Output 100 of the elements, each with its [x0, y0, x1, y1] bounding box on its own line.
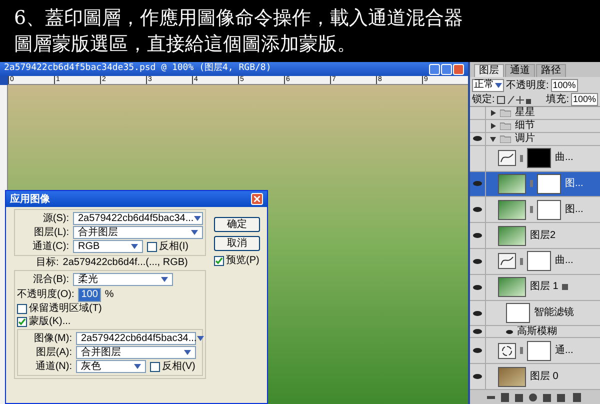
eye-icon: [473, 136, 482, 142]
layer-row[interactable]: 曲...: [470, 248, 600, 275]
visibility-toggle[interactable]: [470, 172, 486, 196]
eye-icon: [473, 233, 482, 238]
close-icon: [254, 196, 260, 202]
caret-icon: [196, 336, 204, 341]
layer-thumbnail: [498, 174, 526, 194]
caret-icon: [131, 244, 138, 249]
eye-icon: [473, 284, 482, 290]
layer-name: 图层 1: [530, 282, 558, 292]
document-title: 2a579422cb6d4f5bac34de35.psd @ 100% (图层4, RGB/8): [4, 62, 272, 76]
layer-row[interactable]: 高斯模糊: [470, 326, 600, 338]
opacity-label: 不透明度:: [506, 78, 549, 92]
field-label: 图像(M):: [33, 332, 72, 344]
layer-thumbnail: [498, 366, 526, 387]
target-label: 目标:: [36, 257, 59, 269]
layer-row[interactable]: 通...: [470, 338, 600, 364]
caption-line: 6、蓋印圖層，作應用圖像命令操作，載入通道混合器: [14, 6, 464, 31]
visibility-toggle[interactable]: [470, 248, 486, 274]
layer-name: 星星: [515, 108, 535, 118]
close-button[interactable]: [251, 193, 263, 205]
visibility-toggle[interactable]: [470, 338, 486, 364]
caret-icon: [495, 82, 502, 88]
layer-name: 图...: [565, 178, 584, 189]
mask-invert-checkbox[interactable]: 反相(V): [150, 360, 196, 372]
source-select[interactable]: 2a579422cb6d4f5bac34...: [73, 212, 203, 225]
layer-row[interactable]: 调片: [470, 132, 600, 146]
layer-name: 曲...: [555, 153, 574, 164]
chain-link-icon: [520, 154, 523, 162]
layer-row[interactable]: 图...: [470, 172, 600, 198]
maximize-button[interactable]: [441, 64, 452, 74]
preview-checkbox[interactable]: 预览(P): [214, 255, 260, 267]
layer-row[interactable]: 星星: [470, 107, 600, 120]
caret-icon: [134, 364, 141, 369]
visibility-toggle[interactable]: [470, 274, 486, 300]
chain-link-icon: [520, 347, 523, 354]
mask-checkbox[interactable]: 蒙版(K)...: [17, 316, 203, 328]
eye-icon: [473, 310, 482, 316]
field-label: 图层(L):: [33, 226, 69, 238]
visibility-toggle[interactable]: [470, 132, 486, 145]
layer-row[interactable]: 智能滤镜: [470, 300, 600, 326]
invert-checkbox[interactable]: 反相(I): [147, 240, 188, 252]
opacity-input[interactable]: 100%: [550, 78, 578, 92]
layer-row[interactable]: 图...: [470, 197, 600, 224]
field-label: 通道(C):: [31, 240, 69, 252]
eye-icon: [473, 181, 482, 186]
mask-layer-select[interactable]: 合并图层: [76, 346, 196, 359]
close-button[interactable]: [453, 64, 464, 74]
opacity-input[interactable]: 100: [78, 288, 101, 302]
layer-row[interactable]: 图层2: [470, 223, 600, 249]
visibility-toggle[interactable]: [470, 326, 486, 338]
lock-options-icon[interactable]: [496, 96, 531, 104]
visibility-toggle[interactable]: [470, 223, 486, 248]
field-label: 图层(A):: [34, 346, 72, 358]
eye-icon: [473, 258, 482, 264]
visibility-toggle[interactable]: [470, 300, 486, 326]
dialog-button[interactable]: 取消: [214, 236, 260, 251]
layer-row[interactable]: 图层 0: [470, 364, 600, 390]
channel-mixer-icon: [498, 342, 516, 359]
layer-thumbnail: [498, 200, 526, 220]
caption-line: 圖層蒙版選區，直接給這個圖添加蒙版。: [14, 32, 357, 57]
caret-icon: [184, 350, 191, 355]
eye-icon: [473, 207, 482, 212]
mask-channel-select[interactable]: 灰色: [76, 360, 146, 373]
curves-adjustment-icon: [498, 150, 516, 166]
chain-link-icon: [530, 180, 533, 188]
layer-name: 图层 0: [530, 372, 558, 382]
panel-tab[interactable]: 路径: [536, 64, 566, 77]
channel-select[interactable]: RGB: [73, 240, 143, 253]
layer-actions-icon[interactable]: [487, 392, 583, 402]
dialog-title: 应用图像: [10, 192, 50, 206]
layer-row[interactable]: 图层 1: [470, 274, 600, 301]
fill-input[interactable]: 100%: [570, 93, 598, 106]
field-label: 源(S):: [42, 212, 69, 224]
blending-select[interactable]: 柔光: [73, 273, 173, 286]
caret-icon: [161, 277, 168, 282]
collapsed-triangle-icon[interactable]: [490, 122, 496, 129]
blend-mode-select[interactable]: 正常: [472, 78, 504, 92]
layer-row[interactable]: 曲...: [470, 146, 600, 172]
layer-thumbnail: [498, 226, 526, 246]
layer-row[interactable]: 细节: [470, 120, 600, 133]
curves-adjustment-icon: [498, 253, 516, 270]
eye-icon: [506, 330, 513, 334]
panel-tab[interactable]: 图层: [474, 64, 504, 77]
smart-object-icon: [562, 284, 568, 290]
visibility-toggle[interactable]: [470, 197, 486, 222]
field-label: 通道(N):: [34, 360, 72, 372]
preserve-transparency-checkbox[interactable]: 保留透明区域(T): [17, 303, 203, 315]
field-label: 混合(B):: [32, 274, 69, 286]
expanded-triangle-icon[interactable]: [490, 136, 496, 142]
percent-unit: %: [104, 288, 114, 302]
layer-thumbnail: [498, 277, 526, 298]
collapsed-triangle-icon[interactable]: [490, 110, 496, 116]
visibility-toggle[interactable]: [470, 364, 486, 389]
chain-link-icon: [520, 258, 523, 265]
layer-name: 高斯模糊: [517, 326, 557, 337]
panel-tab[interactable]: 通道: [505, 64, 535, 77]
layer-select[interactable]: 合并图层: [73, 226, 203, 239]
dialog-button[interactable]: 确定: [214, 217, 260, 232]
minimize-button[interactable]: [429, 64, 440, 74]
